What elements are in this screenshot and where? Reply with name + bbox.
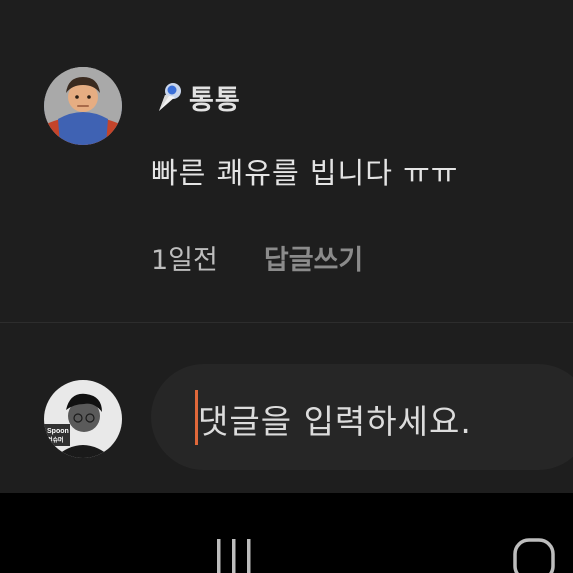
commenter-username[interactable]: 통통 (189, 78, 241, 117)
commenter-avatar[interactable] (44, 67, 122, 145)
reply-button[interactable]: 답글쓰기 (264, 238, 363, 277)
current-user-avatar: Spoon 컨슈머 (44, 380, 122, 458)
recent-apps-icon[interactable] (214, 539, 254, 573)
avatar-caption-2: 컨슈머 (47, 436, 64, 444)
comment-meta: 1일전 답글쓰기 (151, 238, 363, 277)
home-icon[interactable] (512, 537, 556, 573)
comment-time: 1일전 (151, 245, 218, 276)
comment-item: 통통 빠른 쾌유를 빕니다 ㅠㅠ 1일전 답글쓰기 (0, 0, 573, 322)
comment-input-placeholder[interactable]: 댓글을 입력하세요. (198, 395, 472, 443)
commenter-name-row: 통통 (151, 77, 241, 117)
divider (0, 322, 573, 323)
system-navigation-bar (0, 493, 573, 573)
ice-cream-cone-icon (151, 79, 187, 115)
comment-text: 빠른 쾌유를 빕니다 ㅠㅠ (151, 156, 459, 190)
avatar-caption-1: Spoon (47, 428, 69, 435)
